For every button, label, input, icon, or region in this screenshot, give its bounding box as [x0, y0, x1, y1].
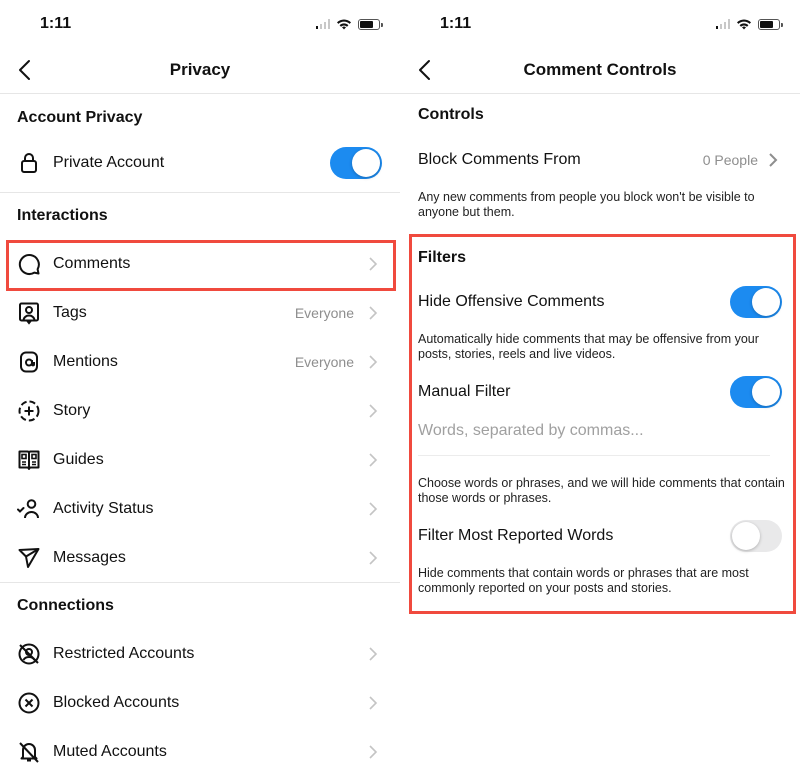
nav-bar: Privacy	[0, 48, 400, 94]
manual-filter-toggle[interactable]	[730, 376, 782, 408]
comments-label: Comments	[53, 254, 131, 272]
tag-person-icon	[17, 301, 41, 325]
nav-bar: Comment Controls	[400, 48, 800, 94]
wifi-icon	[737, 19, 751, 30]
row-guides[interactable]: Guides	[0, 435, 400, 484]
chevron-right-icon	[368, 550, 380, 566]
blocked-accounts-label: Blocked Accounts	[53, 693, 180, 711]
most-reported-label: Filter Most Reported Words	[418, 527, 614, 544]
row-comments[interactable]: Comments	[0, 239, 400, 288]
private-account-label: Private Account	[53, 154, 165, 171]
manual-filter-input-underline	[418, 455, 770, 456]
row-hide-offensive-comments: Hide Offensive Comments	[400, 286, 800, 318]
manual-filter-input[interactable]	[418, 420, 770, 442]
section-header-account-privacy: Account Privacy	[17, 109, 143, 126]
privacy-screen: 1:11 Privacy Account Privacy Private Acc…	[0, 0, 400, 776]
mentions-label: Mentions	[53, 352, 118, 370]
block-comments-label: Block Comments From	[418, 151, 581, 168]
activity-status-icon	[17, 497, 41, 521]
paper-plane-icon	[17, 546, 41, 570]
messages-label: Messages	[53, 548, 126, 566]
story-label: Story	[53, 401, 91, 419]
status-time: 1:11	[440, 15, 472, 32]
row-story[interactable]: Story	[0, 386, 400, 435]
story-add-icon	[17, 399, 41, 423]
comment-icon	[17, 252, 41, 276]
row-blocked-accounts[interactable]: Blocked Accounts	[0, 678, 400, 727]
block-comments-value: 0 People	[702, 152, 758, 168]
chevron-right-icon	[768, 152, 778, 168]
row-muted-accounts[interactable]: Muted Accounts	[0, 727, 400, 776]
chevron-right-icon	[368, 646, 380, 662]
status-icons	[315, 18, 383, 30]
row-mentions[interactable]: Mentions Everyone	[0, 337, 400, 386]
privacy-settings-list: Account Privacy Private Account Interact…	[0, 95, 400, 776]
manual-filter-description: Choose words or phrases, and we will hid…	[418, 476, 785, 505]
battery-icon	[758, 18, 783, 30]
chevron-right-icon	[368, 452, 380, 468]
chevron-right-icon	[368, 256, 380, 272]
lock-icon	[17, 151, 41, 175]
status-icons	[715, 18, 783, 30]
most-reported-toggle[interactable]	[730, 520, 782, 552]
hide-offensive-label: Hide Offensive Comments	[418, 293, 605, 310]
muted-accounts-label: Muted Accounts	[53, 742, 167, 760]
restricted-accounts-label: Restricted Accounts	[53, 644, 195, 662]
section-header-interactions: Interactions	[17, 207, 108, 224]
row-restricted-accounts[interactable]: Restricted Accounts	[0, 629, 400, 678]
mentions-value: Everyone	[294, 353, 354, 370]
status-time: 1:11	[40, 15, 72, 32]
row-manual-filter: Manual Filter	[400, 376, 800, 408]
chevron-right-icon	[368, 403, 380, 419]
wifi-icon	[337, 19, 351, 30]
row-private-account: Private Account	[0, 141, 400, 185]
tags-value: Everyone	[294, 304, 354, 321]
comment-controls-screen: 1:11 Comment Controls Controls Block Com…	[400, 0, 800, 776]
status-bar: 1:11	[0, 0, 400, 48]
private-account-toggle[interactable]	[330, 147, 382, 179]
battery-icon	[358, 18, 383, 30]
guides-icon	[17, 448, 41, 472]
hide-offensive-description: Automatically hide comments that may be …	[418, 332, 759, 361]
chevron-right-icon	[368, 305, 380, 321]
page-title: Comment Controls	[523, 60, 677, 79]
guides-label: Guides	[53, 450, 104, 468]
muted-bell-icon	[17, 740, 41, 764]
section-header-controls: Controls	[418, 106, 484, 123]
chevron-right-icon	[368, 354, 380, 370]
status-bar: 1:11	[400, 0, 800, 48]
tags-label: Tags	[53, 303, 87, 321]
restricted-icon	[17, 642, 41, 666]
chevron-right-icon	[368, 501, 380, 517]
manual-filter-label: Manual Filter	[418, 383, 511, 400]
row-filter-most-reported: Filter Most Reported Words	[400, 520, 800, 552]
row-block-comments-from[interactable]: Block Comments From 0 People	[400, 146, 800, 174]
most-reported-description: Hide comments that contain words or phra…	[418, 566, 749, 595]
blocked-icon	[17, 691, 41, 715]
activity-status-label: Activity Status	[53, 499, 154, 517]
at-sign-icon	[17, 350, 41, 374]
row-activity-status[interactable]: Activity Status	[0, 484, 400, 533]
hide-offensive-toggle[interactable]	[730, 286, 782, 318]
block-comments-description: Any new comments from people you block w…	[418, 190, 755, 219]
chevron-right-icon	[368, 695, 380, 711]
page-title: Privacy	[169, 60, 231, 79]
section-header-connections: Connections	[17, 597, 114, 614]
row-messages[interactable]: Messages	[0, 533, 400, 582]
section-header-filters: Filters	[418, 249, 467, 266]
cellular-signal-icon	[315, 19, 330, 29]
row-tags[interactable]: Tags Everyone	[0, 288, 400, 337]
chevron-right-icon	[368, 744, 380, 760]
cellular-signal-icon	[715, 19, 730, 29]
